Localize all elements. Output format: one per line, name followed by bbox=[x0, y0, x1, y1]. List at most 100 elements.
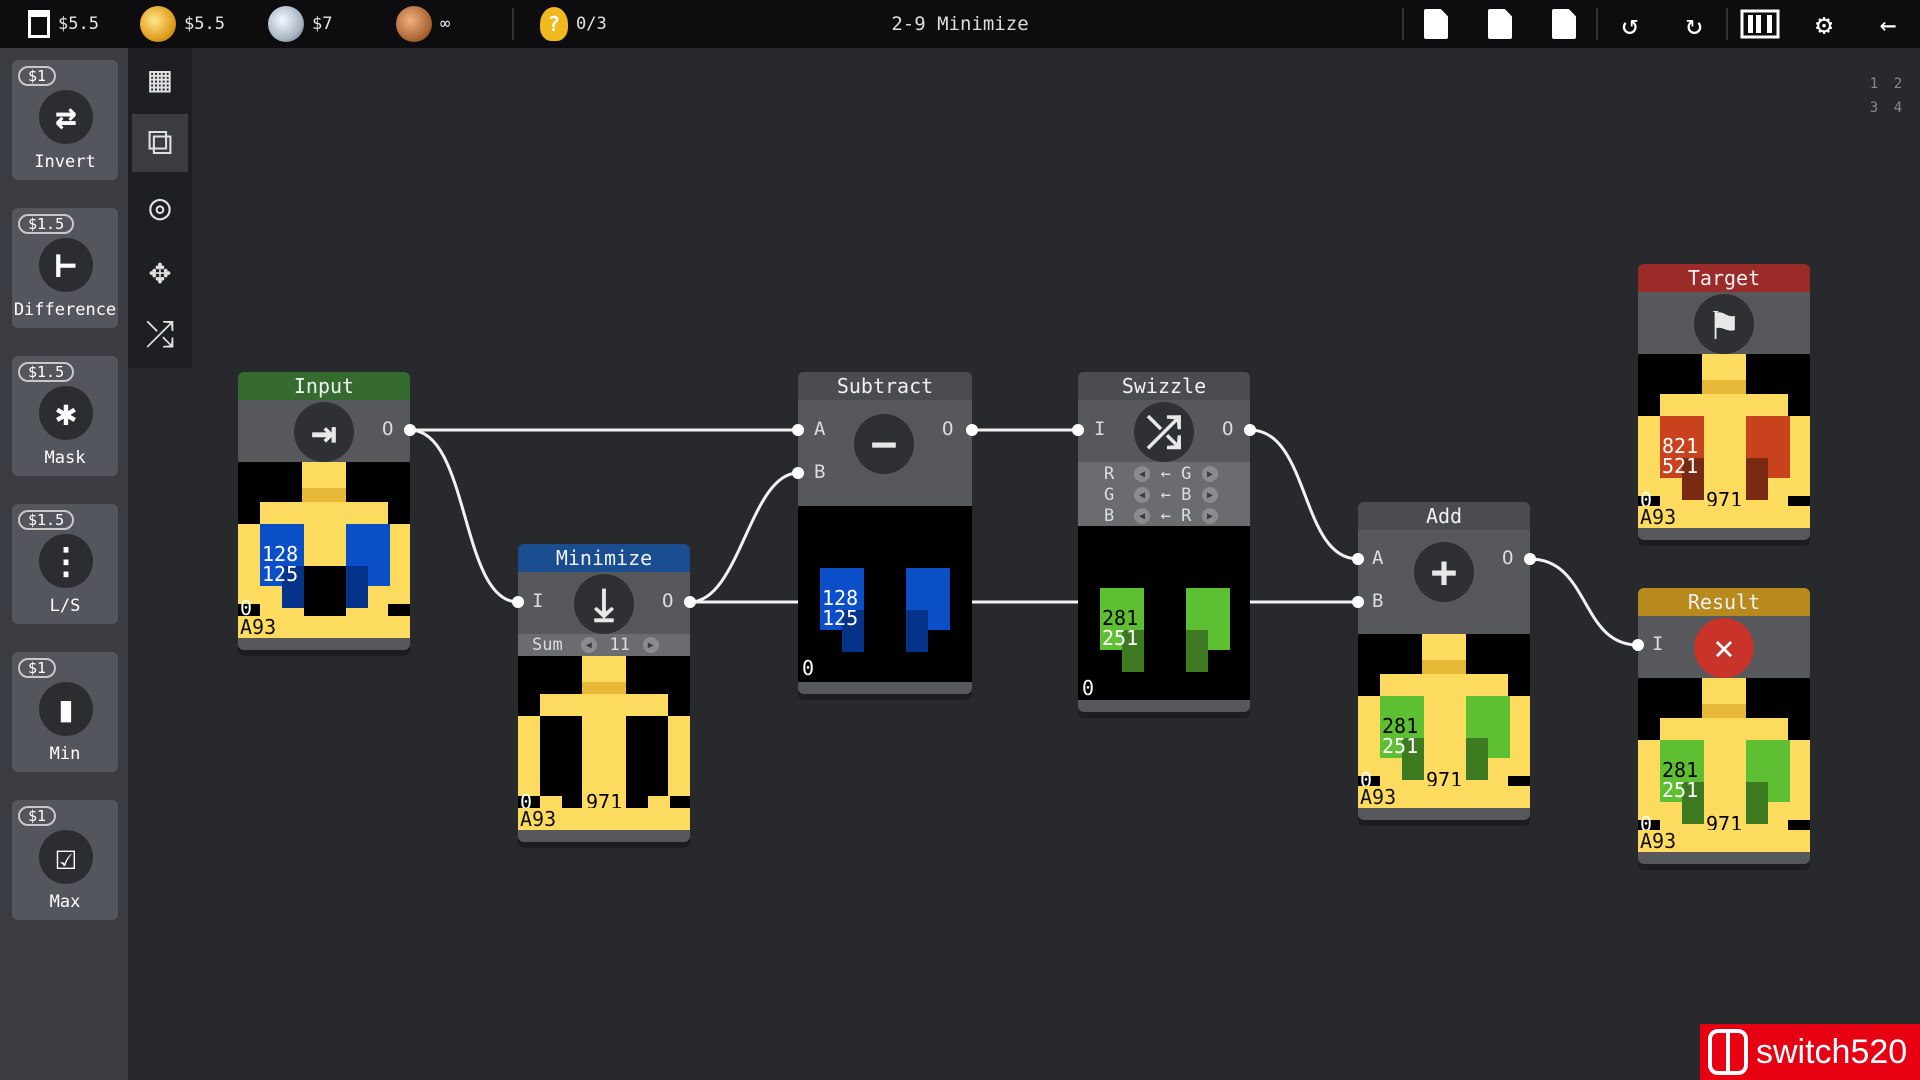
watermark-logo: switch520 bbox=[1700, 1024, 1920, 1080]
increment-arrow-icon[interactable]: ▶ bbox=[1202, 508, 1218, 524]
minimize-down-icon: ⤓ bbox=[574, 574, 634, 634]
channel-label: G bbox=[1104, 485, 1115, 505]
add-image: 281 251 0 971 A93 bbox=[1358, 634, 1530, 808]
node-title: Add bbox=[1358, 502, 1530, 530]
input-port-label: A bbox=[814, 418, 826, 440]
output-port[interactable] bbox=[684, 596, 696, 608]
pixel-value-label: 125 bbox=[822, 606, 859, 630]
output-port[interactable] bbox=[1244, 424, 1256, 436]
increment-arrow-icon[interactable]: ▶ bbox=[1202, 466, 1218, 482]
channel-mapping-panel: R ◀ ← G ▶ G ◀ ← B ▶ B ◀ ← R ▶ bbox=[1078, 462, 1250, 526]
output-port-label: O bbox=[1222, 418, 1234, 440]
channel-row-g: G ◀ ← B ▶ bbox=[1104, 485, 1218, 505]
target-image: 821 521 0 971 A93 bbox=[1638, 354, 1810, 528]
node-title: Target bbox=[1638, 264, 1810, 292]
channel-row-r: R ◀ ← G ▶ bbox=[1104, 464, 1218, 484]
output-port[interactable] bbox=[1524, 553, 1536, 565]
count-value: 11 bbox=[609, 635, 630, 655]
input-port-b[interactable] bbox=[792, 467, 804, 479]
pixel-value-label: 128 bbox=[822, 586, 859, 610]
input-port-label: B bbox=[1372, 590, 1384, 612]
result-image: 281 251 0 971 A93 bbox=[1638, 678, 1810, 852]
decrement-arrow-icon[interactable]: ◀ bbox=[580, 637, 597, 653]
subtract-image: 128 125 0 bbox=[798, 506, 972, 682]
pixel-value-label: 125 bbox=[262, 562, 299, 586]
increment-arrow-icon[interactable]: ▶ bbox=[642, 637, 659, 653]
input-port-label: B bbox=[814, 461, 826, 483]
pixel-value-label: 251 bbox=[1662, 778, 1699, 802]
pixel-value-label: 281 bbox=[1102, 606, 1139, 630]
input-port[interactable] bbox=[512, 596, 524, 608]
pixel-value-label: 251 bbox=[1102, 626, 1139, 650]
pixel-value-label: 0 bbox=[802, 656, 815, 680]
watermark-text: switch520 bbox=[1756, 1032, 1908, 1071]
swizzle-node[interactable]: Swizzle ⤮ I O R ◀ ← G ▶ G ◀ ← B ▶ B ◀ ← … bbox=[1072, 372, 1256, 712]
input-port-label: A bbox=[1372, 547, 1384, 569]
node-title: Swizzle bbox=[1078, 372, 1250, 400]
decrement-arrow-icon[interactable]: ◀ bbox=[1134, 508, 1150, 524]
shuffle-icon: ⤮ bbox=[1134, 402, 1194, 462]
pixel-value-label: 281 bbox=[1662, 758, 1699, 782]
pixel-value-label: 0 bbox=[1082, 676, 1095, 700]
pixel-value-label: 521 bbox=[1662, 454, 1699, 478]
add-node[interactable]: Add + A B O 281 251 0 971 A93 bbox=[1352, 502, 1536, 820]
flag-icon: ⚑ bbox=[1694, 294, 1754, 354]
output-port[interactable] bbox=[966, 424, 978, 436]
enter-arrow-icon: ⇥ bbox=[294, 402, 354, 462]
decrement-arrow-icon[interactable]: ◀ bbox=[1134, 487, 1150, 503]
hex-code-label: A93 bbox=[518, 808, 690, 830]
pixel-value-label: 251 bbox=[1382, 734, 1419, 758]
hex-code-label: A93 bbox=[1358, 786, 1530, 808]
target-node: Target ⚑ 821 521 0 971 A93 bbox=[1638, 264, 1810, 540]
node-title: Minimize bbox=[518, 544, 690, 572]
input-port-label: I bbox=[532, 590, 544, 612]
mode-label: Sum bbox=[532, 635, 563, 655]
pixel-value-label: 821 bbox=[1662, 434, 1699, 458]
input-image: 128 125 0 971 A93 bbox=[238, 462, 410, 638]
hex-code-label: A93 bbox=[1638, 506, 1810, 528]
minus-icon: − bbox=[854, 414, 914, 474]
hex-code-label: A93 bbox=[238, 616, 410, 638]
decrement-arrow-icon[interactable]: ◀ bbox=[1134, 466, 1150, 482]
switch-logo-icon bbox=[1708, 1029, 1748, 1075]
hex-code-label: A93 bbox=[1638, 830, 1810, 852]
output-port-label: O bbox=[662, 590, 674, 612]
node-title: Result bbox=[1638, 588, 1810, 616]
input-port-a[interactable] bbox=[1352, 553, 1364, 565]
input-node[interactable]: Input ⇥ O 128 125 0 971 A93 bbox=[238, 372, 416, 650]
pixel-value-label: 128 bbox=[262, 542, 299, 566]
plus-icon: + bbox=[1414, 542, 1474, 602]
channel-source: ← G bbox=[1160, 464, 1192, 484]
output-port-label: O bbox=[1502, 547, 1514, 569]
increment-arrow-icon[interactable]: ▶ bbox=[1202, 487, 1218, 503]
app-window: $5.5 $5.5 $7 ∞ ? 0/3 2-9 Minimize ↺ ↻ ⚙ … bbox=[0, 0, 1920, 1080]
node-title: Subtract bbox=[798, 372, 972, 400]
result-node: Result ✕ I 281 251 0 971 A93 bbox=[1632, 588, 1810, 864]
output-port-label: O bbox=[382, 418, 394, 440]
wire-swizzle-to-add-a bbox=[1249, 428, 1359, 561]
clipboard-fail-icon: ✕ bbox=[1694, 618, 1754, 678]
input-port-b[interactable] bbox=[1352, 596, 1364, 608]
input-port-label: I bbox=[1094, 418, 1106, 440]
output-port[interactable] bbox=[404, 424, 416, 436]
wire-input-to-minimize bbox=[409, 428, 519, 604]
input-port-a[interactable] bbox=[792, 424, 804, 436]
channel-source: ← R bbox=[1160, 506, 1192, 526]
input-port-label: I bbox=[1652, 633, 1664, 655]
pixel-value-label: 971 bbox=[306, 596, 343, 620]
node-title: Input bbox=[238, 372, 410, 400]
channel-row-b: B ◀ ← R ▶ bbox=[1104, 506, 1218, 526]
input-port[interactable] bbox=[1632, 639, 1644, 651]
channel-source: ← B bbox=[1160, 485, 1192, 505]
wire-minimize-to-subtract-b bbox=[689, 471, 799, 604]
wire-add-to-result bbox=[1529, 557, 1639, 647]
channel-label: B bbox=[1104, 506, 1115, 526]
channel-label: R bbox=[1104, 464, 1115, 484]
swizzle-image: 281 251 0 bbox=[1078, 526, 1250, 700]
minimize-node[interactable]: Minimize ⤓ I O Sum ◀ 11 ▶ 0 971 A93 bbox=[512, 544, 696, 842]
subtract-node[interactable]: Subtract − A B O 128 125 0 bbox=[792, 372, 978, 694]
pixel-value-label: 281 bbox=[1382, 714, 1419, 738]
minimize-image: 0 971 A93 bbox=[518, 656, 690, 830]
input-port[interactable] bbox=[1072, 424, 1084, 436]
mode-selector: Sum ◀ 11 ▶ bbox=[518, 634, 690, 656]
